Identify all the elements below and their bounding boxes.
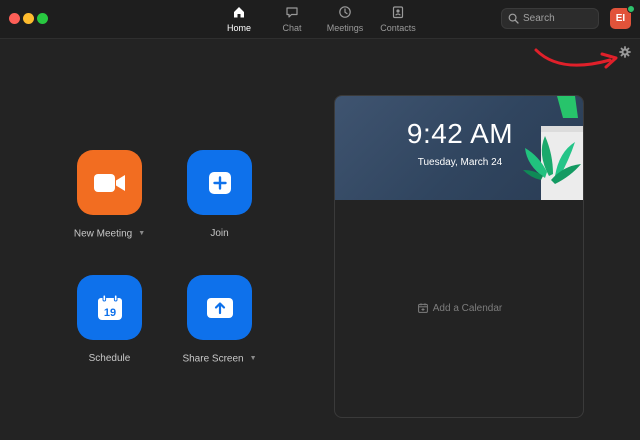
share-up-arrow-icon — [206, 297, 233, 318]
chat-bubble-icon — [286, 7, 298, 18]
contact-card-icon — [392, 6, 404, 19]
join-label-row: Join — [152, 228, 287, 240]
schedule-label: Schedule — [88, 353, 131, 364]
add-calendar-button[interactable]: Add a Calendar — [335, 303, 583, 315]
search-icon — [508, 13, 519, 24]
annotation-arrow — [534, 48, 618, 69]
gear-icon[interactable] — [619, 46, 631, 58]
minimize-window-button[interactable] — [23, 13, 34, 24]
join-label: Join — [210, 228, 229, 239]
online-status-dot — [627, 5, 635, 13]
plus-icon — [208, 171, 231, 194]
new-meeting-label: New Meeting — [73, 228, 133, 240]
share-screen-button[interactable] — [187, 275, 252, 340]
calendar-day-number: 19 — [103, 307, 115, 319]
close-window-button[interactable] — [9, 13, 20, 24]
add-calendar-label: Add a Calendar — [432, 303, 503, 314]
plant-illustration — [523, 96, 583, 200]
calendar-add-icon — [417, 303, 428, 314]
chevron-down-icon[interactable]: ▼ — [250, 353, 257, 365]
share-screen-action: Share Screen ▼ — [152, 275, 292, 385]
tab-home-label: Home — [226, 23, 251, 33]
calendar-panel: 9:42 AM Tuesday, March 24 Add a Calendar — [334, 95, 584, 418]
clock-icon — [339, 6, 351, 18]
search-input[interactable]: Search — [501, 8, 599, 29]
zoom-window-button[interactable] — [37, 13, 48, 24]
share-screen-label: Share Screen — [182, 353, 244, 365]
chevron-down-icon[interactable]: ▼ — [138, 228, 145, 240]
tab-meetings-label: Meetings — [326, 23, 364, 33]
calendar-icon: 19 — [97, 294, 122, 320]
share-screen-label-row: Share Screen ▼ — [152, 353, 287, 366]
tab-chat[interactable]: Chat — [264, 5, 320, 35]
schedule-button[interactable]: 19 — [77, 275, 142, 340]
video-camera-icon — [93, 173, 125, 192]
tab-home[interactable]: Home — [211, 5, 267, 35]
tab-contacts[interactable]: Contacts — [370, 5, 426, 35]
tab-chat-label: Chat — [282, 23, 302, 33]
search-placeholder: Search — [523, 13, 555, 24]
join-action: Join — [152, 150, 292, 260]
zoom-app-window: Home Chat Meetings Contacts Search EI Ne… — [0, 0, 640, 440]
tab-meetings[interactable]: Meetings — [317, 5, 373, 35]
clock-header: 9:42 AM Tuesday, March 24 — [335, 96, 583, 200]
title-bar: Home Chat Meetings Contacts Search EI — [0, 0, 640, 39]
home-icon — [234, 7, 244, 18]
new-meeting-button[interactable] — [77, 150, 142, 215]
join-button[interactable] — [187, 150, 252, 215]
tab-contacts-label: Contacts — [380, 23, 416, 33]
